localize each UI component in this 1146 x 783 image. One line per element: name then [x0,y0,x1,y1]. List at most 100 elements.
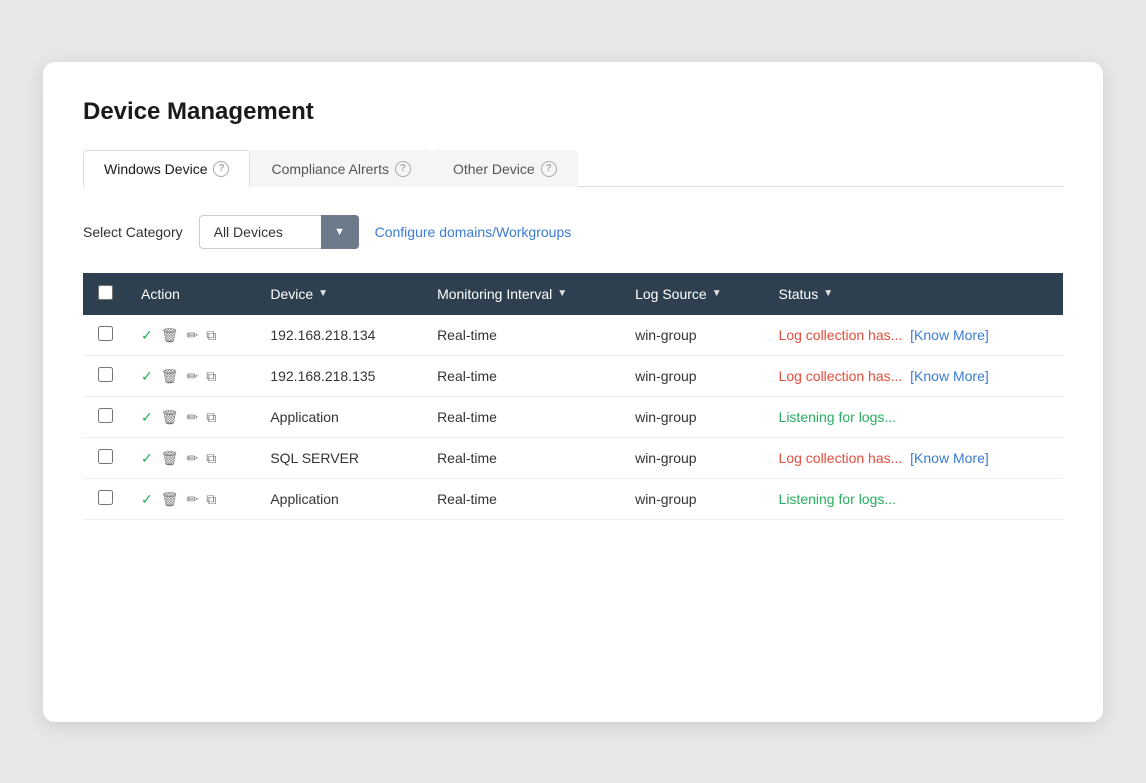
header-logsource-label: Log Source [635,286,707,302]
copy-icon[interactable]: ⧉ [206,410,216,424]
row-interval: Real-time [423,355,621,396]
header-interval[interactable]: Monitoring Interval ▼ [423,273,621,315]
table-row: ✓ 🗑 ✏ ⧉ 192.168.218.135 Real-time win-gr… [83,355,1063,396]
delete-icon[interactable]: 🗑 [161,451,179,465]
tab-windows[interactable]: Windows Device ? [83,150,250,187]
header-action: Action [127,273,256,315]
action-icons-group: ✓ 🗑 ✏ ⧉ [141,492,242,506]
header-status-label: Status [779,286,819,302]
action-icons-group: ✓ 🗑 ✏ ⧉ [141,369,242,383]
delete-icon[interactable]: 🗑 [161,328,179,342]
header-logsource[interactable]: Log Source ▼ [621,273,764,315]
configure-domains-link[interactable]: Configure domains/Workgroups [375,224,572,240]
filter-row: Select Category All Devices Servers Work… [83,215,1063,249]
tab-compliance-help-icon[interactable]: ? [395,161,411,177]
row-status: Log collection has... [Know More] [765,315,1063,356]
header-interval-label: Monitoring Interval [437,286,552,302]
device-sort-arrow-icon: ▼ [318,288,328,299]
header-logsource-sort: Log Source ▼ [635,286,722,302]
copy-icon[interactable]: ⧉ [206,369,216,383]
edit-icon[interactable]: ✏ [187,328,199,342]
header-device-sort: Device ▼ [270,286,328,302]
table-row: ✓ 🗑 ✏ ⧉ Application Real-time win-group … [83,396,1063,437]
main-card: Device Management Windows Device ? Compl… [43,62,1103,722]
header-interval-sort: Monitoring Interval ▼ [437,286,567,302]
copy-icon[interactable]: ⧉ [206,328,216,342]
filter-label: Select Category [83,224,183,240]
row-checkbox-4[interactable] [98,490,113,505]
tab-compliance[interactable]: Compliance Alrerts ? [250,150,432,187]
category-select[interactable]: All Devices Servers Workstations Laptops [199,215,359,249]
delete-icon[interactable]: 🗑 [161,410,179,424]
copy-icon[interactable]: ⧉ [206,492,216,506]
tab-other-help-icon[interactable]: ? [541,161,557,177]
edit-icon[interactable]: ✏ [187,492,199,506]
interval-sort-arrow-icon: ▼ [557,288,567,299]
delete-icon[interactable]: 🗑 [161,492,179,506]
category-select-wrapper: All Devices Servers Workstations Laptops [199,215,359,249]
enable-icon[interactable]: ✓ [141,410,153,424]
header-action-label: Action [141,286,180,302]
row-actions: ✓ 🗑 ✏ ⧉ [127,355,256,396]
edit-icon[interactable]: ✏ [187,410,199,424]
edit-icon[interactable]: ✏ [187,451,199,465]
tab-other-label: Other Device [453,161,535,177]
row-actions: ✓ 🗑 ✏ ⧉ [127,437,256,478]
row-device: 192.168.218.134 [256,315,423,356]
row-checkbox-2[interactable] [98,408,113,423]
row-logsource: win-group [621,437,764,478]
edit-icon[interactable]: ✏ [187,369,199,383]
know-more-link[interactable]: [Know More] [910,327,989,343]
row-checkbox-cell [83,355,127,396]
row-status: Listening for logs... [765,478,1063,519]
row-checkbox-cell [83,478,127,519]
header-checkbox-cell [83,273,127,315]
page-title: Device Management [83,98,1063,126]
know-more-link[interactable]: [Know More] [910,450,989,466]
action-icons-group: ✓ 🗑 ✏ ⧉ [141,328,242,342]
copy-icon[interactable]: ⧉ [206,451,216,465]
status-text: Listening for logs... [779,491,897,507]
row-interval: Real-time [423,437,621,478]
row-checkbox-3[interactable] [98,449,113,464]
tab-compliance-label: Compliance Alrerts [271,161,389,177]
header-status[interactable]: Status ▼ [765,273,1063,315]
row-actions: ✓ 🗑 ✏ ⧉ [127,315,256,356]
row-checkbox-0[interactable] [98,326,113,341]
row-checkbox-cell [83,437,127,478]
row-status: Log collection has... [Know More] [765,437,1063,478]
row-checkbox-1[interactable] [98,367,113,382]
know-more-link[interactable]: [Know More] [910,368,989,384]
devices-table: Action Device ▼ Monitoring Interval ▼ [83,273,1063,520]
enable-icon[interactable]: ✓ [141,328,153,342]
tab-other[interactable]: Other Device ? [432,150,578,187]
row-checkbox-cell [83,315,127,356]
delete-icon[interactable]: 🗑 [161,369,179,383]
row-status: Log collection has... [Know More] [765,355,1063,396]
tab-windows-label: Windows Device [104,161,207,177]
tab-windows-help-icon[interactable]: ? [213,161,229,177]
table-header-row: Action Device ▼ Monitoring Interval ▼ [83,273,1063,315]
row-interval: Real-time [423,315,621,356]
header-device[interactable]: Device ▼ [256,273,423,315]
table-row: ✓ 🗑 ✏ ⧉ SQL SERVER Real-time win-group L… [83,437,1063,478]
tabs-container: Windows Device ? Compliance Alrerts ? Ot… [83,150,1063,187]
logsource-sort-arrow-icon: ▼ [712,288,722,299]
enable-icon[interactable]: ✓ [141,451,153,465]
row-actions: ✓ 🗑 ✏ ⧉ [127,396,256,437]
enable-icon[interactable]: ✓ [141,492,153,506]
row-actions: ✓ 🗑 ✏ ⧉ [127,478,256,519]
status-sort-arrow-icon: ▼ [823,288,833,299]
row-logsource: win-group [621,478,764,519]
row-logsource: win-group [621,315,764,356]
action-icons-group: ✓ 🗑 ✏ ⧉ [141,410,242,424]
status-text: Log collection has... [779,450,903,466]
enable-icon[interactable]: ✓ [141,369,153,383]
status-text: Log collection has... [779,327,903,343]
status-text: Listening for logs... [779,409,897,425]
status-text: Log collection has... [779,368,903,384]
action-icons-group: ✓ 🗑 ✏ ⧉ [141,451,242,465]
header-device-label: Device [270,286,313,302]
row-interval: Real-time [423,478,621,519]
select-all-checkbox[interactable] [98,285,113,300]
